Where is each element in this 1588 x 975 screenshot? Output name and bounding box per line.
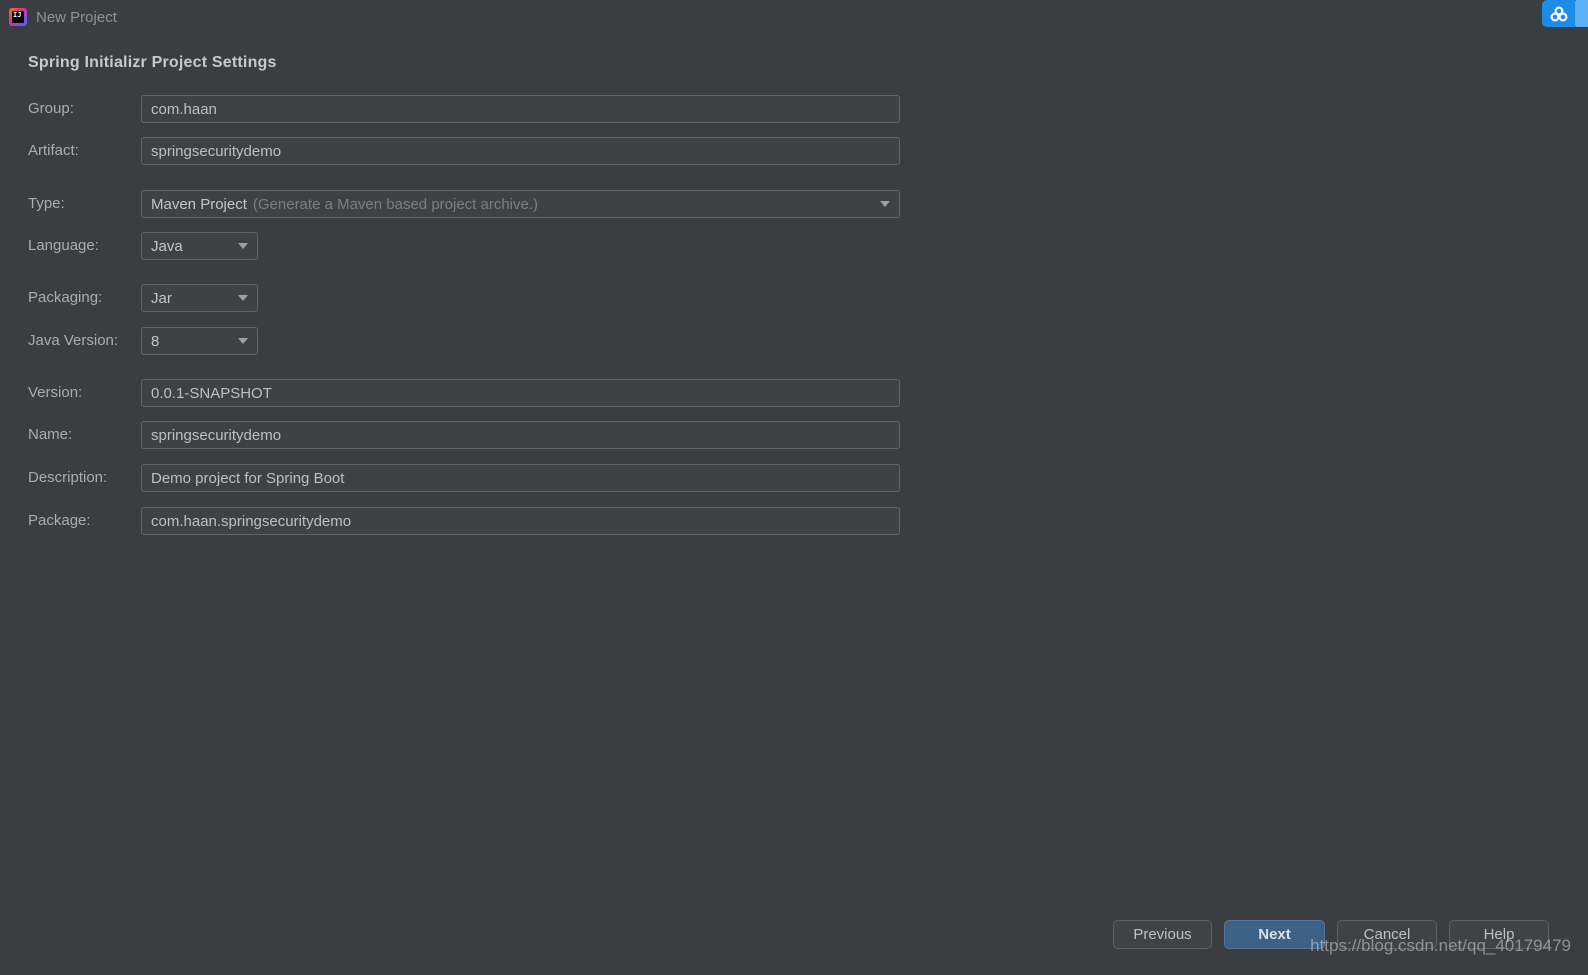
packaging-label: Packaging: — [28, 289, 103, 306]
cancel-button[interactable]: Cancel — [1337, 920, 1437, 949]
version-input[interactable] — [141, 379, 900, 407]
language-dropdown-value: Java — [151, 237, 183, 255]
form-row-group: Group: — [28, 95, 900, 123]
form-row-package: Package: — [28, 507, 900, 535]
intellij-idea-logo-icon: IJ — [9, 8, 27, 26]
java-version-dropdown[interactable]: 8 — [141, 327, 258, 355]
help-button[interactable]: Help — [1449, 920, 1549, 949]
language-dropdown[interactable]: Java — [141, 232, 258, 260]
form-row-description: Description: — [28, 464, 900, 492]
name-input[interactable] — [141, 421, 900, 449]
previous-button[interactable]: Previous — [1113, 920, 1212, 949]
name-label: Name: — [28, 426, 73, 443]
package-label: Package: — [28, 512, 91, 529]
version-label: Version: — [28, 384, 83, 401]
language-label: Language: — [28, 237, 99, 254]
cloud-overlay-widget[interactable] — [1542, 0, 1588, 27]
description-label: Description: — [28, 469, 108, 486]
packaging-dropdown[interactable]: Jar — [141, 284, 258, 312]
form-row-type: Type: Maven Project (Generate a Maven ba… — [28, 190, 900, 218]
java-version-dropdown-value: 8 — [151, 332, 160, 350]
next-button[interactable]: Next — [1224, 920, 1325, 949]
type-dropdown-hint: (Generate a Maven based project archive.… — [252, 195, 539, 213]
window-title: New Project — [36, 8, 117, 26]
package-input[interactable] — [141, 507, 900, 535]
packaging-dropdown-value: Jar — [151, 289, 172, 307]
baidu-cloud-icon[interactable] — [1542, 0, 1575, 27]
type-dropdown[interactable]: Maven Project (Generate a Maven based pr… — [141, 190, 900, 218]
chevron-down-icon — [880, 201, 890, 207]
form-row-artifact: Artifact: — [28, 137, 900, 165]
title-bar: IJ New Project — [0, 0, 1588, 34]
chevron-down-icon — [238, 338, 248, 344]
artifact-label: Artifact: — [28, 142, 79, 159]
cloud-trefoil-glyph — [1550, 6, 1567, 21]
form-row-java-version: Java Version: 8 — [28, 327, 258, 355]
chevron-down-icon — [238, 295, 248, 301]
group-input[interactable] — [141, 95, 900, 123]
type-dropdown-value: Maven Project — [151, 195, 247, 213]
description-input[interactable] — [141, 464, 900, 492]
form-row-version: Version: — [28, 379, 900, 407]
intellij-logo-glyph: IJ — [13, 11, 22, 19]
form-row-name: Name: — [28, 421, 900, 449]
artifact-input[interactable] — [141, 137, 900, 165]
group-label: Group: — [28, 100, 74, 117]
form-row-packaging: Packaging: Jar — [28, 284, 258, 312]
java-version-label: Java Version: — [28, 332, 119, 349]
form-row-language: Language: Java — [28, 232, 258, 260]
chevron-down-icon — [238, 243, 248, 249]
cloud-widget-edge[interactable] — [1575, 0, 1588, 27]
type-label: Type: — [28, 195, 65, 212]
page-title: Spring Initializr Project Settings — [28, 54, 277, 71]
